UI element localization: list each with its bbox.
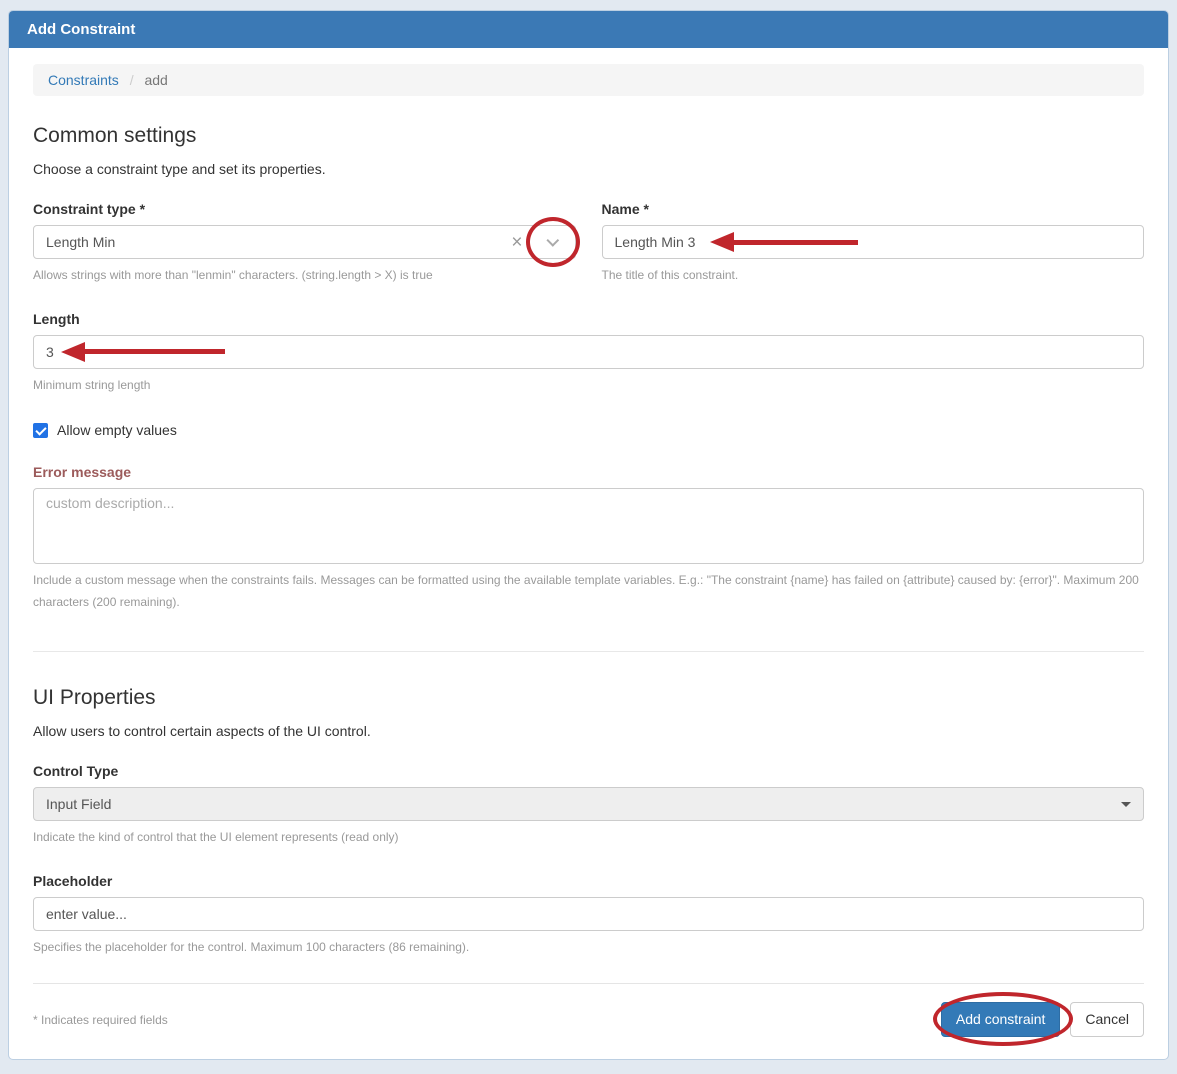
placeholder-input[interactable]	[33, 896, 1144, 931]
common-settings-subheading: Choose a constraint type and set its pro…	[33, 161, 326, 177]
length-input-wrap	[33, 334, 1144, 369]
length-input[interactable]	[33, 334, 1144, 369]
control-type-label: Control Type	[33, 763, 119, 780]
constraint-type-select[interactable]: Length Min ×	[33, 217, 580, 267]
allow-empty-label: Allow empty values	[57, 422, 177, 439]
name-input-wrap	[601, 225, 1144, 259]
control-type-select: Input Field	[33, 787, 1144, 822]
constraint-type-name-row: Constraint type * Length Min × Allows st…	[33, 201, 1144, 311]
error-message-group: Error message Include a custom message w…	[33, 464, 1144, 613]
allow-empty-checkbox[interactable]	[33, 422, 48, 438]
control-type-group: Control Type Input Field Indicate the ki…	[33, 763, 1144, 849]
ui-properties-heading: UI Properties	[33, 686, 156, 710]
breadcrumb: Constraints / add	[33, 64, 1144, 96]
ui-properties-subheading: Allow users to control certain aspects o…	[33, 723, 371, 740]
name-label: Name *	[601, 201, 649, 217]
error-message-textarea[interactable]	[33, 488, 1144, 565]
constraint-type-dropdown-toggle[interactable]	[525, 217, 580, 267]
chevron-down-icon	[546, 233, 560, 247]
length-label: Length	[33, 310, 80, 327]
panel-header: Add Constraint	[9, 11, 1168, 48]
breadcrumb-link-constraints[interactable]: Constraints	[48, 72, 119, 88]
length-help: Minimum string length	[33, 377, 151, 392]
common-settings-heading: Common settings	[33, 124, 197, 147]
name-help: The title of this constraint.	[601, 268, 739, 282]
constraint-type-help: Allows strings with more than "lenmin" c…	[33, 268, 433, 282]
error-message-help: Include a custom message when the constr…	[33, 573, 1139, 609]
constraint-type-value: Length Min	[46, 234, 116, 250]
name-input[interactable]	[601, 225, 1144, 259]
length-group: Length Minimum string length	[33, 311, 1144, 397]
breadcrumb-separator: /	[129, 72, 134, 88]
footer-buttons: Add constraint Cancel	[932, 991, 1144, 1046]
constraint-type-group: Constraint type * Length Min × Allows st…	[33, 201, 580, 287]
control-type-help: Indicate the kind of control that the UI…	[33, 830, 399, 845]
required-fields-note: * Indicates required fields	[33, 1012, 168, 1027]
placeholder-label: Placeholder	[33, 872, 113, 889]
add-constraint-button-wrap: Add constraint	[932, 991, 1073, 1046]
panel-body: Constraints / add Common settings Choose…	[9, 48, 1168, 1059]
control-type-value: Input Field	[46, 796, 112, 813]
section-divider	[33, 651, 1144, 653]
caret-down-icon	[1121, 801, 1131, 807]
error-message-label: Error message	[33, 464, 132, 481]
placeholder-group: Placeholder Specifies the placeholder fo…	[33, 873, 1144, 959]
add-constraint-panel: Add Constraint Constraints / add Common …	[8, 10, 1169, 1061]
name-group: Name * The title of this constraint.	[601, 201, 1144, 287]
add-constraint-button[interactable]: Add constraint	[940, 1001, 1061, 1038]
panel-title: Add Constraint	[27, 21, 136, 38]
constraint-type-label: Constraint type *	[33, 201, 146, 217]
placeholder-help: Specifies the placeholder for the contro…	[33, 939, 470, 954]
cancel-button[interactable]: Cancel	[1070, 1001, 1144, 1038]
clear-icon[interactable]: ×	[501, 233, 532, 252]
form-footer: * Indicates required fields Add constrai…	[33, 982, 1144, 1054]
allow-empty-row: Allow empty values	[33, 422, 1144, 438]
breadcrumb-current: add	[144, 72, 168, 88]
